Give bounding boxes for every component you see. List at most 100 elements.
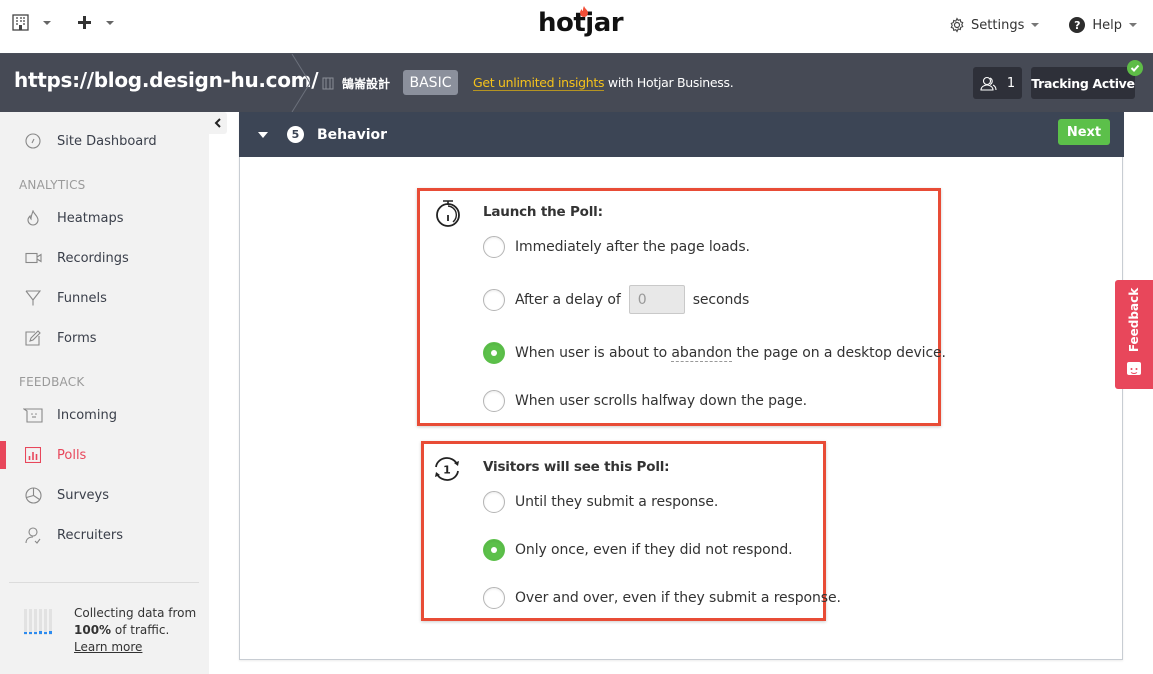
sidebar-item-polls[interactable]: Polls (0, 435, 209, 475)
users-icon (980, 76, 997, 91)
svg-text:1: 1 (443, 464, 451, 477)
traffic-line-1: Collecting data from (74, 606, 197, 620)
sidebar-divider (9, 582, 199, 583)
chevron-down-icon (1129, 23, 1137, 27)
visibility-option-only-once[interactable]: Only once, even if they did not respond. (483, 539, 793, 561)
breadcrumb-separator (291, 54, 311, 112)
collapse-sidebar-button[interactable] (209, 112, 227, 134)
sidebar-item-forms[interactable]: Forms (0, 318, 209, 358)
option-label: Immediately after the page loads. (515, 239, 750, 255)
radio-button-selected[interactable] (483, 539, 505, 561)
panel-title: Behavior (317, 126, 388, 143)
radio-button[interactable] (483, 491, 505, 513)
add-new-button[interactable] (77, 15, 114, 30)
flame-icon (580, 6, 588, 17)
smiley-message-icon (23, 405, 43, 425)
help-icon: ? (1069, 17, 1086, 33)
option-label: When user is about to abandon the page o… (515, 345, 946, 362)
settings-label: Settings (971, 17, 1025, 33)
upsell-link[interactable]: Get unlimited insights (473, 75, 605, 91)
radio-button[interactable] (483, 390, 505, 412)
smiley-icon (1127, 362, 1141, 375)
video-camera-icon (23, 248, 43, 268)
organization-breadcrumb[interactable]: 鵠崙設計 (322, 75, 390, 92)
feedback-label: Feedback (1127, 287, 1141, 353)
radio-button[interactable] (483, 288, 505, 311)
sidebar-item-recordings[interactable]: Recordings (0, 238, 209, 278)
site-bar: https://blog.design-hu.com/ 鵠崙設計 BASIC G… (0, 54, 1153, 112)
sidebar (0, 112, 209, 674)
visibility-option-until-submit[interactable]: Until they submit a response. (483, 491, 718, 513)
settings-menu[interactable]: Settings (949, 17, 1040, 33)
chevron-down-icon (106, 20, 114, 25)
collapse-caret-icon[interactable] (258, 131, 268, 138)
sidebar-item-funnels[interactable]: Funnels (0, 278, 209, 318)
upsell-message: Get unlimited insights with Hotjar Busin… (473, 75, 734, 91)
launch-title: Launch the Poll: (483, 204, 603, 220)
launch-option-delay[interactable]: After a delay of seconds (483, 285, 749, 314)
sidebar-item-site-dashboard[interactable]: Site Dashboard (0, 121, 209, 161)
learn-more-link[interactable]: Learn more (74, 640, 142, 654)
option-label: After a delay of (515, 291, 621, 308)
sidebar-item-label: Heatmaps (57, 210, 124, 226)
visibility-title: Visitors will see this Poll: (483, 459, 670, 475)
sidebar-item-label: Surveys (57, 487, 109, 503)
flame-icon (23, 208, 43, 228)
plan-badge: BASIC (403, 70, 458, 95)
sidebar-item-label: Funnels (57, 290, 107, 306)
organization-switcher[interactable] (12, 14, 51, 31)
tracking-status-button[interactable]: Tracking Active (1031, 67, 1135, 99)
visibility-option-over-and-over[interactable]: Over and over, even if they submit a res… (483, 587, 841, 609)
option-label: Only once, even if they did not respond. (515, 542, 793, 558)
step-number-badge: 5 (287, 126, 304, 143)
user-check-icon (23, 525, 43, 545)
edit-form-icon (23, 328, 43, 348)
check-icon (1127, 60, 1143, 76)
feedback-heading: FEEDBACK (19, 375, 85, 389)
launch-option-scroll[interactable]: When user scrolls halfway down the page. (483, 390, 807, 412)
organization-name: 鵠崙設計 (342, 77, 391, 91)
top-bar: hotjar Settings ? Help (0, 0, 1153, 54)
tracking-label: Tracking Active (1031, 75, 1135, 91)
hotjar-logo[interactable]: hotjar (538, 6, 624, 38)
repeat-once-icon: 1 (435, 457, 459, 481)
radio-button[interactable] (483, 236, 505, 258)
delay-unit-label: seconds (692, 291, 750, 308)
users-button[interactable]: 1 (973, 67, 1022, 99)
chevron-down-icon (1031, 23, 1040, 27)
launch-option-abandon[interactable]: When user is about to abandon the page o… (483, 342, 946, 364)
sidebar-item-surveys[interactable]: Surveys (0, 475, 209, 515)
gear-icon (950, 17, 964, 33)
traffic-info: Collecting data from 100% of traffic. Le… (24, 605, 196, 656)
pie-chart-icon (23, 485, 43, 505)
traffic-line-2: of traffic. (111, 623, 170, 637)
bar-chart-icon (23, 445, 43, 465)
users-count: 1 (1006, 75, 1016, 91)
sidebar-item-label: Polls (57, 447, 87, 463)
funnel-icon (23, 288, 43, 308)
upsell-text: with Hotjar Business. (604, 75, 734, 90)
radio-button-selected[interactable] (483, 342, 505, 364)
building-icon (12, 14, 29, 31)
delay-seconds-input[interactable] (628, 285, 685, 314)
help-label: Help (1092, 17, 1122, 33)
sidebar-item-incoming[interactable]: Incoming (0, 395, 209, 435)
behavior-panel-header[interactable]: 5 Behavior (239, 112, 1124, 157)
sidebar-item-recruiters[interactable]: Recruiters (0, 515, 209, 555)
radio-button[interactable] (483, 587, 505, 609)
stopwatch-icon (436, 200, 460, 227)
traffic-percent: 100% (74, 623, 112, 637)
feedback-widget-tab[interactable]: Feedback (1115, 280, 1153, 389)
chevron-left-icon (214, 118, 221, 128)
building-icon (322, 77, 334, 90)
abandon-tooltip-term[interactable]: abandon (671, 345, 732, 362)
next-button[interactable]: Next (1058, 119, 1110, 145)
sidebar-item-label: Incoming (57, 407, 117, 423)
site-url[interactable]: https://blog.design-hu.com/ (14, 68, 319, 92)
sidebar-item-label: Site Dashboard (57, 133, 157, 149)
dashboard-gauge-icon (23, 131, 43, 151)
option-label: Over and over, even if they submit a res… (515, 590, 841, 606)
help-menu[interactable]: ? Help (1069, 17, 1137, 33)
launch-option-immediately[interactable]: Immediately after the page loads. (483, 236, 750, 258)
sidebar-item-heatmaps[interactable]: Heatmaps (0, 198, 209, 238)
